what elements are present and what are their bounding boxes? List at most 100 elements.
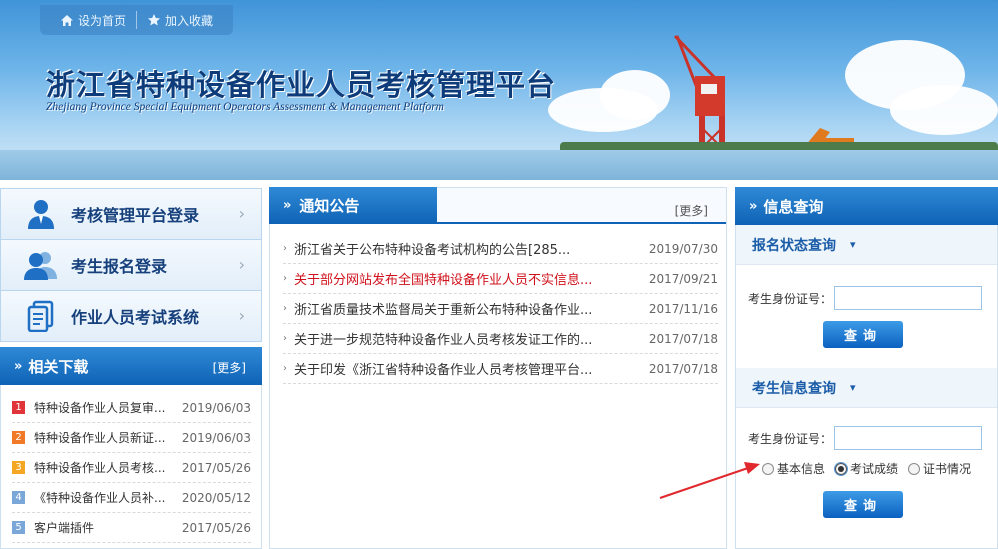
download-date: 2019/06/03 xyxy=(181,400,251,415)
download-title: 《特种设备作业人员补... xyxy=(34,491,166,505)
download-title: 特种设备作业人员考核... xyxy=(34,461,166,475)
bullet-arrow-icon: › xyxy=(283,303,287,314)
download-item[interactable]: 4 《特种设备作业人员补... 2020/05/12 xyxy=(12,483,251,513)
notices-tab: » 通知公告 xyxy=(269,187,437,224)
downloads-title: 相关下载 xyxy=(28,357,89,376)
nav-exam-system-label: 作业人员考试系统 xyxy=(71,308,200,327)
notice-item[interactable]: › 关于印发《浙江省特种设备作业人员考核管理平台... 2017/07/18 xyxy=(283,354,718,384)
download-item[interactable]: 3 特种设备作业人员考核... 2017/05/26 xyxy=(12,453,251,483)
notices-more-link[interactable]: [更多] xyxy=(675,202,708,219)
top-links: 设为首页 加入收藏 xyxy=(40,5,234,35)
info-id-row: 考生身份证号： xyxy=(736,426,997,450)
info-id-label: 考生身份证号： xyxy=(748,431,833,446)
cloud-decoration xyxy=(890,85,998,135)
status-id-label: 考生身份证号： xyxy=(748,291,833,306)
nav-candidate-login-label: 考生报名登录 xyxy=(71,257,168,276)
nav-platform-login[interactable]: 考核管理平台登录 › xyxy=(0,188,262,240)
status-id-input[interactable] xyxy=(834,286,983,310)
status-query-title: 报名状态查询 xyxy=(752,237,836,254)
side-nav: 考核管理平台登录 › 考生报名登录 › 作业人员考试系统 › xyxy=(0,188,262,342)
radio-button-selected[interactable] xyxy=(834,461,849,476)
status-query-button[interactable]: 查询 xyxy=(823,321,903,348)
set-homepage-link[interactable]: 设为首页 xyxy=(50,12,136,29)
download-date: 2017/05/26 xyxy=(181,520,251,535)
notices-header: » 通知公告 [更多] xyxy=(269,187,726,224)
notice-date: 2017/11/16 xyxy=(648,301,718,316)
query-panel: » 信息查询 报名状态查询 ▾ 考生身份证号： 查询 考生信息查询 ▾ 考生身份… xyxy=(735,187,998,549)
nav-platform-login-label: 考核管理平台登录 xyxy=(71,206,200,225)
star-icon xyxy=(147,13,161,27)
downloads-header: » 相关下载 [更多] xyxy=(0,347,262,385)
nav-exam-system[interactable]: 作业人员考试系统 › xyxy=(0,290,262,342)
chevron-right-icon: › xyxy=(238,306,245,325)
notices-title: 通知公告 xyxy=(299,197,360,215)
download-title: 特种设备作业人员新证... xyxy=(34,431,166,445)
notice-item[interactable]: › 浙江省关于公布特种设备考试机构的公告[285... 2019/07/30 xyxy=(283,234,718,264)
notice-date: 2017/07/18 xyxy=(648,361,718,376)
radio-basic-info[interactable]: 基本信息 xyxy=(762,460,825,477)
users-icon xyxy=(23,247,59,283)
radio-button[interactable] xyxy=(762,462,774,475)
notice-date: 2017/07/18 xyxy=(648,331,718,346)
download-number-badge: 1 xyxy=(12,401,25,414)
user-icon xyxy=(23,196,59,232)
download-date: 2017/05/26 xyxy=(181,460,251,475)
set-homepage-label: 设为首页 xyxy=(78,13,127,28)
download-date: 2019/06/03 xyxy=(181,430,251,445)
radio-exam-scores-label: 考试成绩 xyxy=(850,462,899,476)
notice-title: 关于印发《浙江省特种设备作业人员考核管理平台... xyxy=(294,363,593,378)
header-banner: 设为首页 加入收藏 浙江省特种设备作业人员考核管理平台 Zhejiang Pro… xyxy=(0,0,998,180)
double-chevron-right-icon: » xyxy=(749,198,758,214)
status-button-row: 查询 xyxy=(736,321,997,348)
download-item[interactable]: 1 特种设备作业人员复审... 2019/06/03 xyxy=(12,393,251,423)
double-chevron-right-icon: » xyxy=(14,358,23,374)
chevron-down-icon: ▾ xyxy=(850,381,856,394)
download-item[interactable]: 5 客户端插件 2017/05/26 xyxy=(12,513,251,543)
notice-title: 浙江省关于公布特种设备考试机构的公告[285... xyxy=(294,243,571,258)
downloads-panel: » 相关下载 [更多] 1 特种设备作业人员复审... 2019/06/03 2… xyxy=(0,347,262,549)
notice-item[interactable]: › 关于进一步规范特种设备作业人员考核发证工作的... 2017/07/18 xyxy=(283,324,718,354)
notice-item[interactable]: › 关于部分网站发布全国特种设备作业人员不实信息... 2017/09/21 xyxy=(283,264,718,294)
bullet-arrow-icon: › xyxy=(283,333,287,344)
notice-date: 2017/09/21 xyxy=(648,271,718,286)
add-favorite-link[interactable]: 加入收藏 xyxy=(137,12,223,29)
info-query-button[interactable]: 查询 xyxy=(823,491,903,518)
notices-panel: » 通知公告 [更多] › 浙江省关于公布特种设备考试机构的公告[285... … xyxy=(269,187,727,549)
info-button-row: 查询 xyxy=(736,491,997,518)
notice-title-highlighted: 关于部分网站发布全国特种设备作业人员不实信息... xyxy=(294,273,593,288)
radio-exam-scores[interactable]: 考试成绩 xyxy=(834,460,899,477)
download-title: 特种设备作业人员复审... xyxy=(34,401,166,415)
add-favorite-label: 加入收藏 xyxy=(165,13,214,28)
chevron-down-icon: ▾ xyxy=(850,238,856,251)
status-query-section-header[interactable]: 报名状态查询 ▾ xyxy=(736,225,997,265)
downloads-more-link[interactable]: [更多] xyxy=(213,359,246,376)
download-number-badge: 2 xyxy=(12,431,25,444)
download-number-badge: 4 xyxy=(12,491,25,504)
notice-date: 2019/07/30 xyxy=(648,241,718,256)
info-query-title: 考生信息查询 xyxy=(752,380,836,397)
radio-button[interactable] xyxy=(908,462,921,475)
query-header: » 信息查询 xyxy=(735,187,998,225)
info-query-section-header[interactable]: 考生信息查询 ▾ xyxy=(736,368,997,408)
document-icon xyxy=(23,298,59,334)
nav-candidate-login[interactable]: 考生报名登录 › xyxy=(0,239,262,291)
chevron-right-icon: › xyxy=(238,204,245,223)
radio-certificate-status[interactable]: 证书情况 xyxy=(908,460,971,477)
status-id-row: 考生身份证号： xyxy=(736,286,997,310)
download-date: 2020/05/12 xyxy=(181,490,251,505)
notice-item[interactable]: › 浙江省质量技术监督局关于重新公布特种设备作业... 2017/11/16 xyxy=(283,294,718,324)
download-number-badge: 3 xyxy=(12,461,25,474)
bullet-arrow-icon: › xyxy=(283,273,287,284)
double-chevron-right-icon: » xyxy=(283,198,292,213)
bullet-arrow-icon: › xyxy=(283,363,287,374)
downloads-list: 1 特种设备作业人员复审... 2019/06/03 2 特种设备作业人员新证.… xyxy=(1,385,261,543)
radio-basic-info-label: 基本信息 xyxy=(777,462,826,476)
info-id-input[interactable] xyxy=(834,426,983,450)
query-title: 信息查询 xyxy=(763,197,824,216)
download-title: 客户端插件 xyxy=(34,521,95,535)
site-subtitle: Zhejiang Province Special Equipment Oper… xyxy=(46,101,444,113)
radio-certificate-status-label: 证书情况 xyxy=(923,462,972,476)
notices-list: › 浙江省关于公布特种设备考试机构的公告[285... 2019/07/30 ›… xyxy=(270,224,726,384)
notice-title: 浙江省质量技术监督局关于重新公布特种设备作业... xyxy=(294,303,593,318)
download-item[interactable]: 2 特种设备作业人员新证... 2019/06/03 xyxy=(12,423,251,453)
